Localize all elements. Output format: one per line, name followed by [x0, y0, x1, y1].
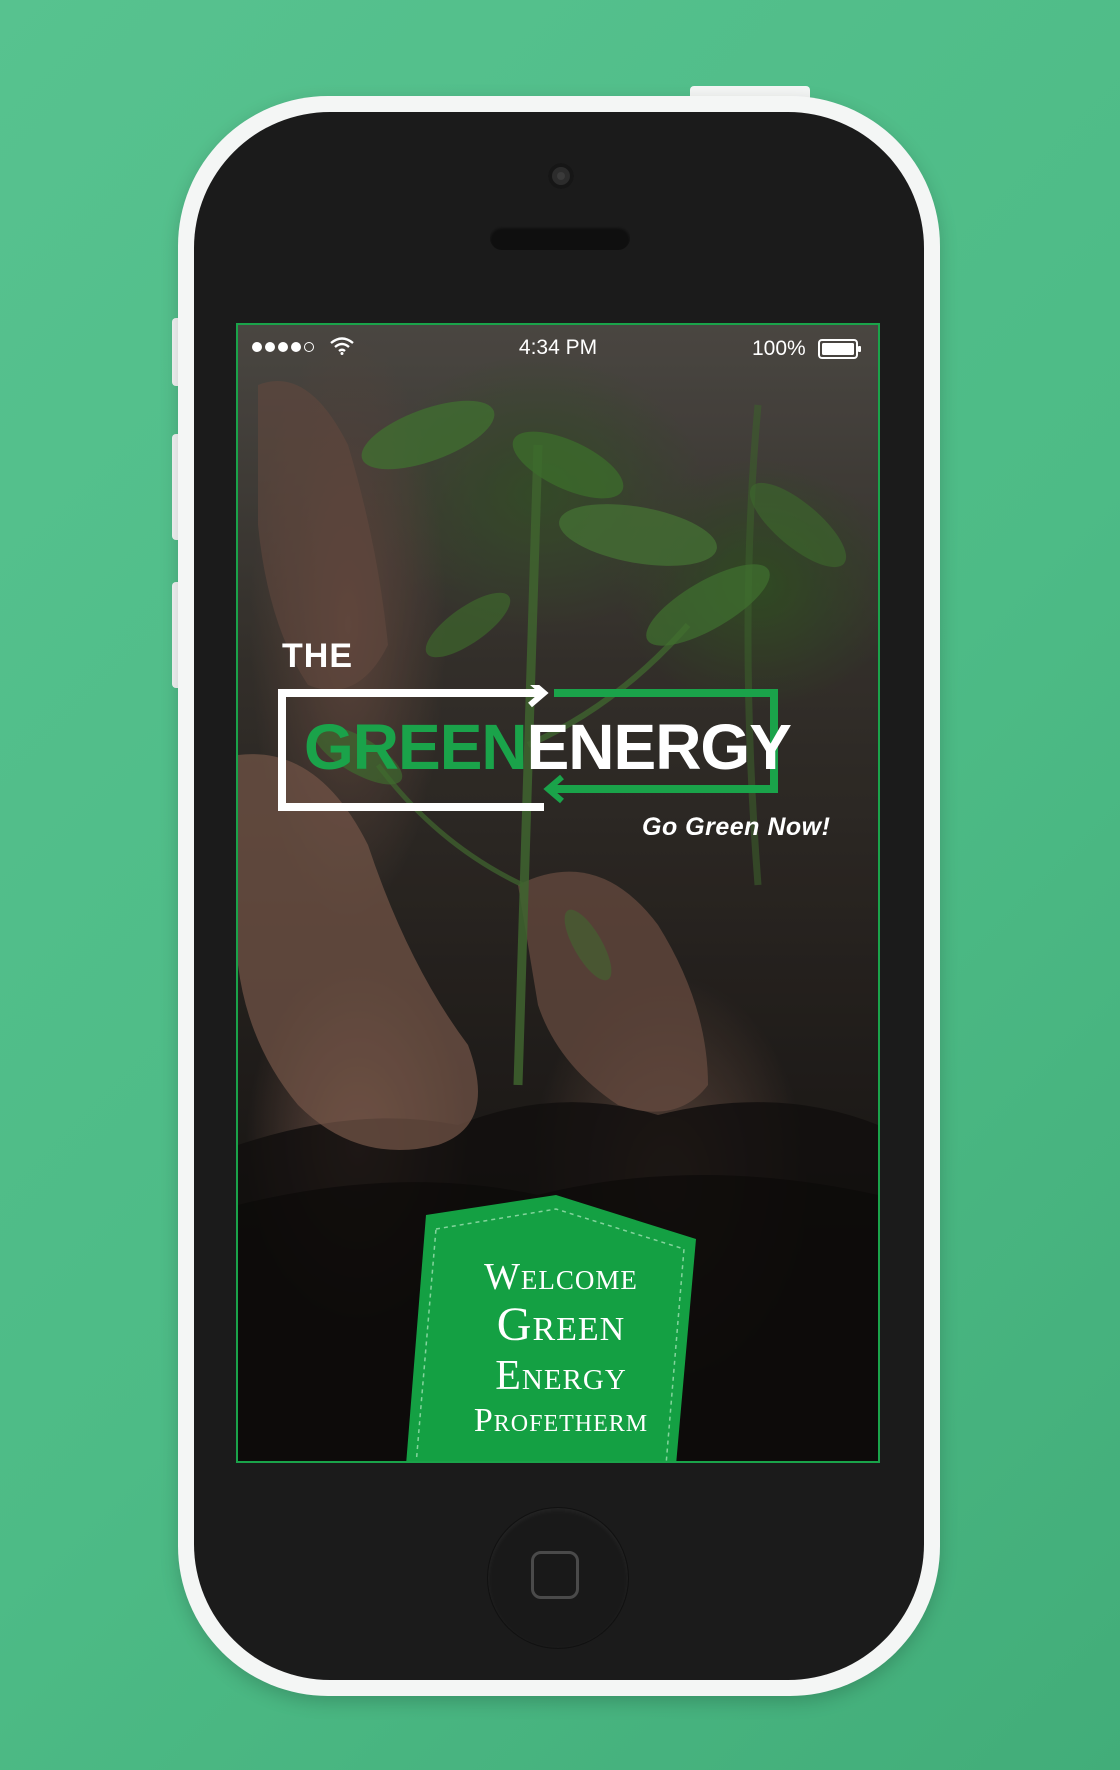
welcome-line-energy: Energy: [495, 1353, 627, 1399]
battery-percent: 100%: [752, 337, 806, 360]
welcome-message: Welcome Green Energy Profetherm: [406, 1255, 716, 1441]
welcome-line-welcome: Welcome: [484, 1256, 638, 1298]
camera-icon: [548, 163, 574, 189]
speaker-icon: [490, 226, 630, 250]
home-button[interactable]: [488, 1508, 628, 1648]
logo-word-white: ENERGY: [526, 711, 792, 783]
logo-word-green: GREEN: [304, 711, 528, 783]
battery-icon: [818, 339, 861, 359]
status-bar: 4:34 PM 100%: [238, 325, 878, 369]
logo-tagline: Go Green Now!: [642, 813, 831, 841]
app-screen: 4:34 PM 100% THE GREENENERGY Go Green No…: [236, 323, 880, 1463]
welcome-line-green: Green: [496, 1298, 626, 1351]
welcome-line-profetherm: Profetherm: [473, 1402, 649, 1439]
logo-prefix: THE: [282, 637, 353, 675]
logo-wordmark: GREENENERGY: [304, 715, 792, 779]
home-button-icon: [531, 1551, 579, 1599]
